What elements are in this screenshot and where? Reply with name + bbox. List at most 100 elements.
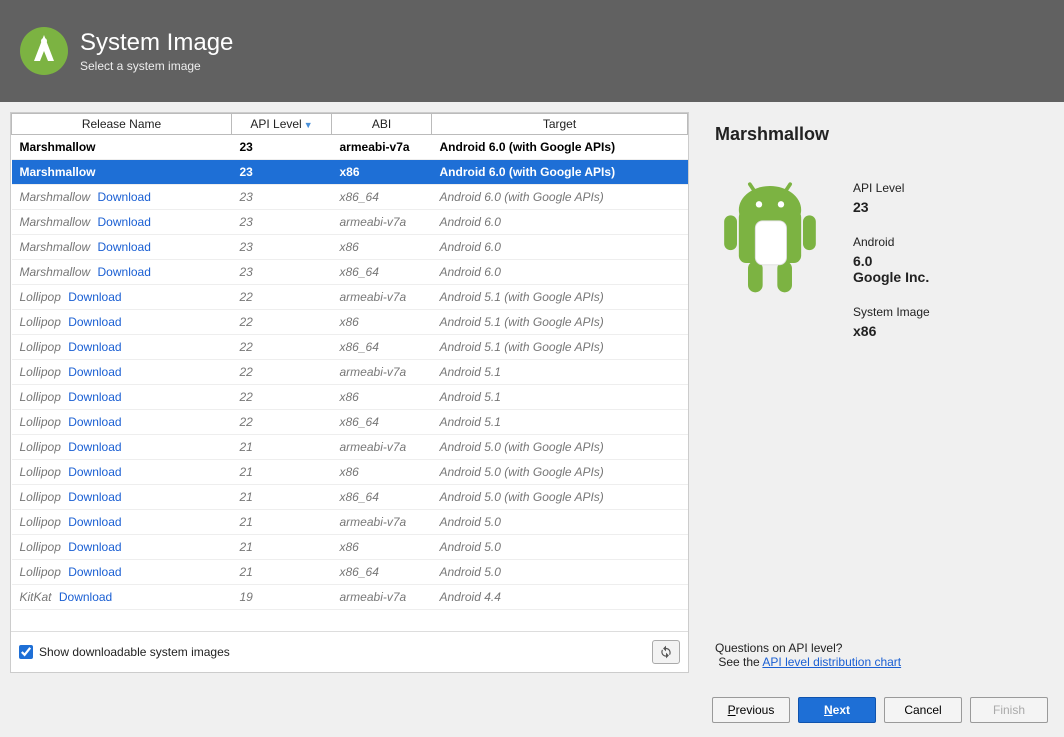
cell-api: 22 <box>232 285 332 310</box>
system-image-table: Release Name API Level▼ ABI Target Marsh… <box>11 113 688 610</box>
android-label: Android <box>853 235 930 249</box>
table-row[interactable]: Lollipop Download21x86Android 5.0 (with … <box>12 460 688 485</box>
system-image-panel: Release Name API Level▼ ABI Target Marsh… <box>10 112 689 673</box>
table-row[interactable]: Lollipop Download21x86Android 5.0 <box>12 535 688 560</box>
cell-abi: armeabi-v7a <box>332 360 432 385</box>
cell-target: Android 5.1 <box>432 360 688 385</box>
cell-abi: x86 <box>332 460 432 485</box>
download-link[interactable]: Download <box>68 490 121 504</box>
table-row[interactable]: Lollipop Download22x86Android 5.1 <box>12 385 688 410</box>
table-row[interactable]: Marshmallow Download23x86_64Android 6.0 <box>12 260 688 285</box>
table-row[interactable]: Lollipop Download21armeabi-v7aAndroid 5.… <box>12 510 688 535</box>
cell-release: Marshmallow Download <box>12 210 232 235</box>
system-image-label: System Image <box>853 305 930 319</box>
detail-title: Marshmallow <box>715 124 1048 145</box>
cell-abi: x86 <box>332 160 432 185</box>
system-image-table-scroll[interactable]: Release Name API Level▼ ABI Target Marsh… <box>11 113 688 631</box>
show-downloadable-input[interactable] <box>19 645 33 659</box>
system-image-value: x86 <box>853 323 930 339</box>
download-link[interactable]: Download <box>68 440 121 454</box>
download-link[interactable]: Download <box>68 340 121 354</box>
table-row[interactable]: Marshmallow23x86Android 6.0 (with Google… <box>12 160 688 185</box>
show-downloadable-label: Show downloadable system images <box>39 645 230 659</box>
table-bottom-bar: Show downloadable system images <box>11 631 688 672</box>
cell-api: 22 <box>232 360 332 385</box>
col-target[interactable]: Target <box>432 114 688 135</box>
download-link[interactable]: Download <box>68 365 121 379</box>
cell-target: Android 5.0 (with Google APIs) <box>432 435 688 460</box>
cell-release: Lollipop Download <box>12 385 232 410</box>
download-link[interactable]: Download <box>98 240 151 254</box>
download-link[interactable]: Download <box>68 290 121 304</box>
cell-target: Android 5.0 (with Google APIs) <box>432 460 688 485</box>
cell-api: 23 <box>232 185 332 210</box>
col-api-level[interactable]: API Level▼ <box>232 114 332 135</box>
table-row[interactable]: Lollipop Download21armeabi-v7aAndroid 5.… <box>12 435 688 460</box>
download-link[interactable]: Download <box>68 540 121 554</box>
table-row[interactable]: Marshmallow23armeabi-v7aAndroid 6.0 (wit… <box>12 135 688 160</box>
table-row[interactable]: Lollipop Download22x86Android 5.1 (with … <box>12 310 688 335</box>
help-see: See the <box>718 655 762 669</box>
cell-release: Lollipop Download <box>12 560 232 585</box>
download-link[interactable]: Download <box>98 190 151 204</box>
show-downloadable-checkbox[interactable]: Show downloadable system images <box>19 645 230 659</box>
cell-api: 22 <box>232 410 332 435</box>
cell-target: Android 4.4 <box>432 585 688 610</box>
cell-abi: x86 <box>332 235 432 260</box>
table-row[interactable]: Lollipop Download22x86_64Android 5.1 (wi… <box>12 335 688 360</box>
download-link[interactable]: Download <box>68 565 121 579</box>
cell-release: Marshmallow <box>12 135 232 160</box>
wizard-footer: Previous Next Cancel Finish <box>0 683 1064 737</box>
cell-abi: x86_64 <box>332 260 432 285</box>
cell-abi: x86_64 <box>332 185 432 210</box>
cell-api: 19 <box>232 585 332 610</box>
download-link[interactable]: Download <box>68 390 121 404</box>
help-text: Questions on API level? See the API leve… <box>715 641 1048 669</box>
cell-release: Marshmallow Download <box>12 235 232 260</box>
cell-abi: armeabi-v7a <box>332 285 432 310</box>
cell-api: 23 <box>232 210 332 235</box>
cell-target: Android 5.1 <box>432 410 688 435</box>
cell-abi: x86 <box>332 535 432 560</box>
api-distribution-link[interactable]: API level distribution chart <box>762 655 901 669</box>
api-level-value: 23 <box>853 199 930 215</box>
page-subtitle: Select a system image <box>80 59 233 73</box>
cell-release: Marshmallow Download <box>12 185 232 210</box>
cell-api: 22 <box>232 335 332 360</box>
cell-release: Lollipop Download <box>12 535 232 560</box>
cell-api: 21 <box>232 510 332 535</box>
download-link[interactable]: Download <box>68 315 121 329</box>
table-row[interactable]: Lollipop Download22armeabi-v7aAndroid 5.… <box>12 285 688 310</box>
cell-api: 21 <box>232 560 332 585</box>
cancel-button[interactable]: Cancel <box>884 697 962 723</box>
table-row[interactable]: KitKat Download19armeabi-v7aAndroid 4.4 <box>12 585 688 610</box>
cell-api: 21 <box>232 485 332 510</box>
col-abi[interactable]: ABI <box>332 114 432 135</box>
previous-button[interactable]: Previous <box>712 697 790 723</box>
download-link[interactable]: Download <box>98 215 151 229</box>
download-link[interactable]: Download <box>98 265 151 279</box>
table-row[interactable]: Marshmallow Download23armeabi-v7aAndroid… <box>12 210 688 235</box>
table-row[interactable]: Lollipop Download21x86_64Android 5.0 (wi… <box>12 485 688 510</box>
cell-release: Lollipop Download <box>12 310 232 335</box>
table-row[interactable]: Lollipop Download22x86_64Android 5.1 <box>12 410 688 435</box>
download-link[interactable]: Download <box>68 515 121 529</box>
cell-release: Lollipop Download <box>12 460 232 485</box>
next-button[interactable]: Next <box>798 697 876 723</box>
cell-api: 23 <box>232 135 332 160</box>
cell-target: Android 6.0 (with Google APIs) <box>432 160 688 185</box>
download-link[interactable]: Download <box>68 465 121 479</box>
cell-release: Marshmallow <box>12 160 232 185</box>
table-row[interactable]: Marshmallow Download23x86Android 6.0 <box>12 235 688 260</box>
cell-target: Android 5.0 <box>432 535 688 560</box>
refresh-button[interactable] <box>652 640 680 664</box>
download-link[interactable]: Download <box>59 590 112 604</box>
table-row[interactable]: Lollipop Download22armeabi-v7aAndroid 5.… <box>12 360 688 385</box>
cell-release: Lollipop Download <box>12 285 232 310</box>
download-link[interactable]: Download <box>68 415 121 429</box>
col-release-name[interactable]: Release Name <box>12 114 232 135</box>
cell-api: 23 <box>232 160 332 185</box>
table-row[interactable]: Marshmallow Download23x86_64Android 6.0 … <box>12 185 688 210</box>
cell-abi: x86_64 <box>332 410 432 435</box>
table-row[interactable]: Lollipop Download21x86_64Android 5.0 <box>12 560 688 585</box>
